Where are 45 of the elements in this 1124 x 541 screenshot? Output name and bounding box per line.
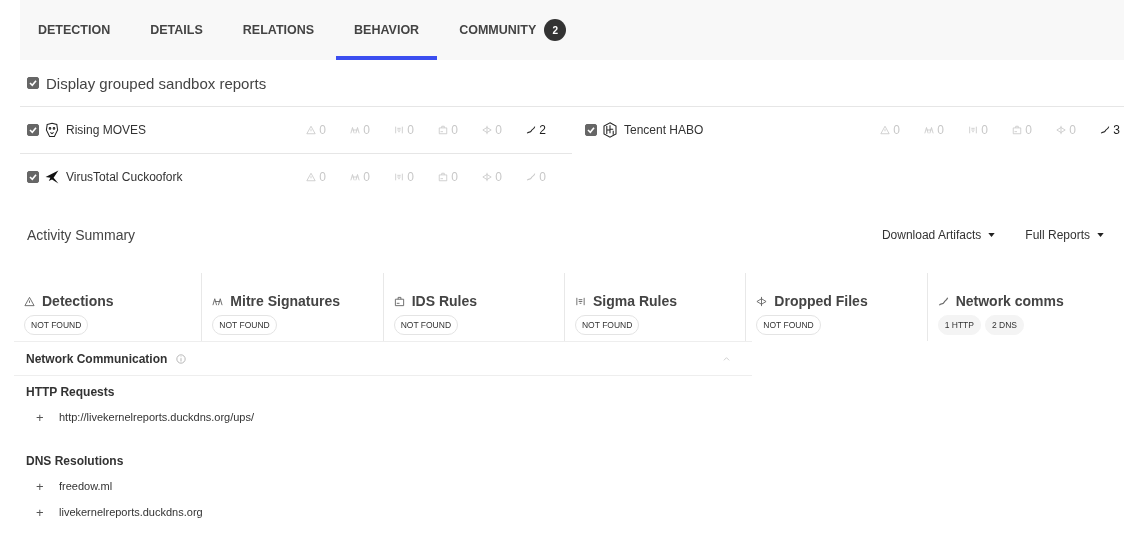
subsection-title: HTTP Requests	[26, 385, 116, 399]
warning-icon	[880, 125, 891, 135]
caret-icon	[1097, 233, 1104, 237]
tab[interactable]: BEHAVIOR	[336, 0, 438, 60]
section-title: Activity Summary	[27, 227, 136, 243]
tab[interactable]: COMMUNITY 2	[441, 0, 585, 60]
network-entry: http://livekernelreports.duckdns.org/ups/	[59, 411, 255, 423]
dropdown-button[interactable]: Full Reports	[1025, 228, 1104, 242]
status-tag: 1 HTTP	[937, 315, 981, 335]
bird-logo-icon	[44, 169, 60, 185]
stat-count: 3	[1076, 123, 1120, 137]
card-title: Mitre Signatures	[230, 293, 341, 309]
sandbox-name[interactable]: Tencent HABO	[624, 123, 704, 137]
expand-toggle[interactable]: +	[26, 478, 59, 494]
info-icon	[176, 353, 187, 364]
caret-icon	[988, 233, 996, 237]
warning-icon	[24, 295, 35, 307]
network-entry: freedow.ml	[59, 480, 113, 492]
sandbox-name[interactable]: VirusTotal Cuckoofork	[66, 170, 183, 184]
warning-icon	[306, 172, 317, 182]
status-tag: 2 DNS	[984, 315, 1024, 335]
expand-toggle[interactable]: +	[26, 504, 59, 520]
tab[interactable]: DETECTION	[20, 0, 129, 60]
tab[interactable]: RELATIONS	[224, 0, 333, 60]
checkbox[interactable]	[585, 124, 597, 136]
dropdown-button[interactable]: Download Artifacts	[881, 228, 996, 242]
warning-icon	[306, 125, 317, 135]
maze-logo-icon	[602, 122, 618, 138]
checkbox[interactable]	[27, 124, 39, 136]
checkbox-label: Display grouped sandbox reports	[46, 74, 267, 92]
count-badge: 2	[544, 19, 567, 41]
expand-toggle[interactable]: +	[26, 409, 59, 425]
card-title: Detections	[42, 293, 114, 309]
subsection-title: DNS Resolutions	[26, 454, 125, 468]
tab[interactable]: DETAILS	[132, 0, 221, 60]
card-title: Network comms	[955, 293, 1064, 309]
stat-count: 2	[502, 123, 546, 137]
checkbox[interactable]	[27, 77, 39, 89]
panel-title: Network Communication	[26, 351, 168, 366]
card-title: Dropped Files	[774, 293, 868, 309]
checkbox[interactable]	[27, 171, 39, 183]
card-title: IDS Rules	[411, 293, 477, 309]
network-entry: livekernelreports.duckdns.org	[59, 506, 203, 518]
card-title: Sigma Rules	[593, 293, 677, 309]
sandbox-name[interactable]: Rising MOVES	[66, 123, 147, 137]
